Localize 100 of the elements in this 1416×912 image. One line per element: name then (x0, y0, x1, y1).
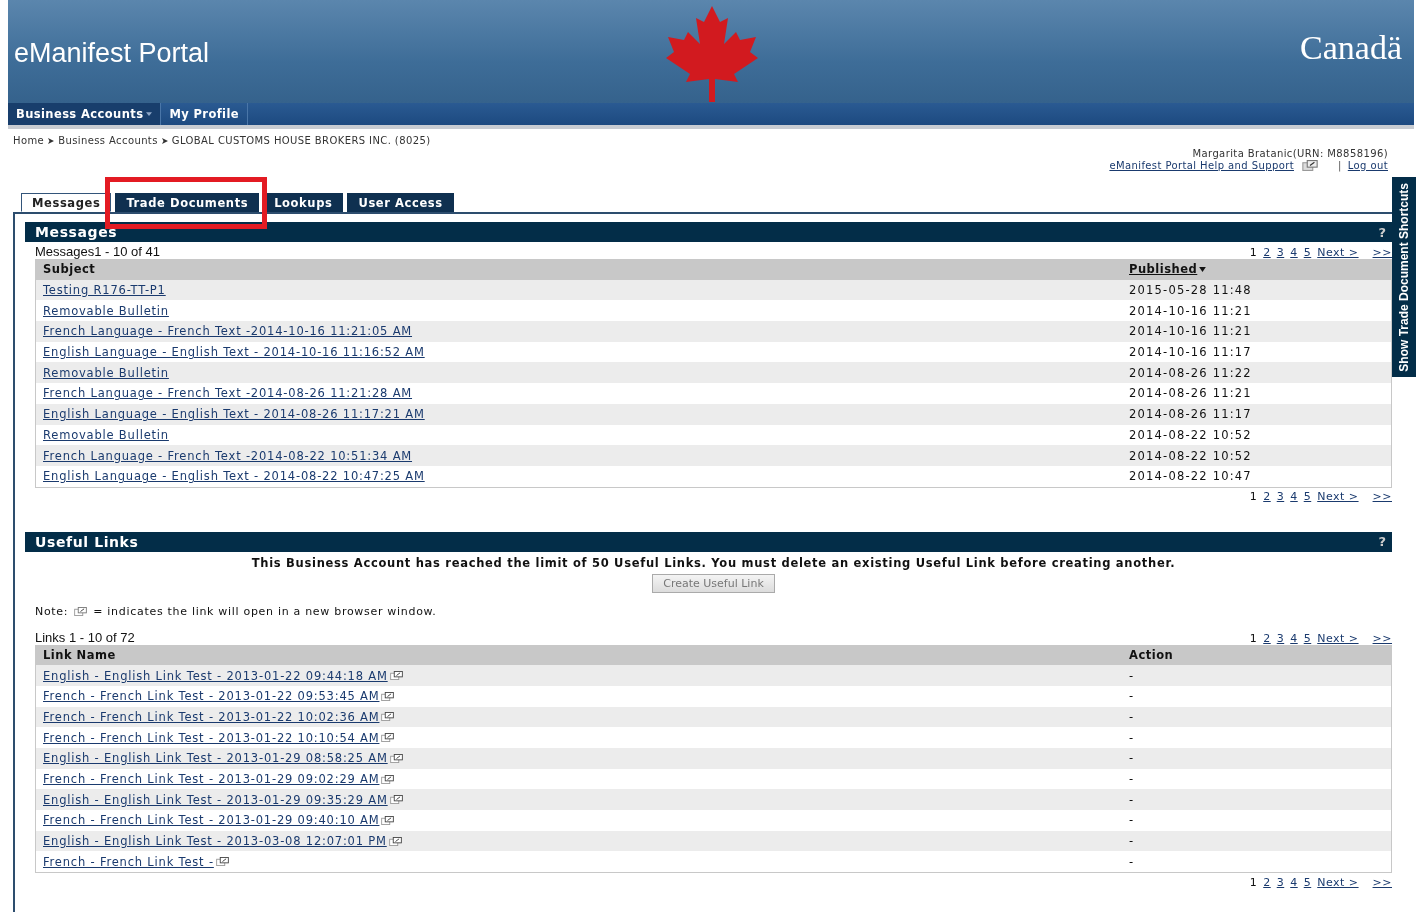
canada-wordmark: Canadä (1300, 28, 1402, 67)
chevron-icon (48, 137, 55, 144)
table-cell: 2014-08-26 11:17 (1129, 407, 1252, 422)
last-page-link[interactable]: >> (1372, 631, 1392, 645)
table-link[interactable]: French - French Link Test - 2013-01-22 10:10:54 AM (43, 730, 380, 745)
table-link[interactable]: French - French Link Test - 2013-01-29 09:40:10 AM (43, 813, 380, 828)
section-title: Messages (35, 224, 118, 240)
table-link[interactable]: English Language - English Text - 2014-08-22 10:47:25 AM (43, 469, 425, 484)
table-link[interactable]: English Language - English Text - 2014-08-26 11:17:21 AM (43, 407, 425, 422)
next-link[interactable]: Next > (1317, 631, 1359, 645)
new-window-icon (389, 795, 403, 805)
page-link[interactable]: 5 (1303, 631, 1312, 645)
table-cell: - (1129, 854, 1135, 869)
table-cell: 2014-08-22 10:52 (1129, 448, 1252, 463)
nav-item[interactable]: My Profile (161, 103, 248, 125)
note-text: = indicates the link will open in a new browser window. (93, 604, 437, 618)
new-window-icon (389, 753, 403, 763)
portal-title: eManifest Portal (14, 38, 210, 69)
logout-link[interactable]: Log out (1347, 160, 1388, 171)
table-cell: - (1129, 834, 1135, 849)
table-link[interactable]: Removable Bulletin (43, 303, 169, 318)
page-link[interactable]: 4 (1290, 246, 1298, 259)
page-link[interactable]: 1 (1249, 490, 1258, 504)
column-header: Link Name (43, 647, 116, 662)
table-cell: - (1129, 709, 1135, 724)
page-link[interactable]: 4 (1290, 490, 1298, 504)
page-link[interactable]: 2 (1263, 875, 1271, 889)
limit-notice: This Business Account has reached the limit of 50 Useful Links. You must delete an existing Useful Link before creating another. (250, 555, 1177, 570)
tab[interactable]: User Access (347, 193, 454, 212)
next-link[interactable]: Next > (1317, 246, 1359, 259)
table-cell: 2014-08-26 11:22 (1129, 365, 1252, 380)
table-link[interactable]: French - French Link Test - 2013-01-29 09:02:29 AM (43, 772, 380, 787)
table-cell: - (1129, 689, 1135, 704)
nav-item[interactable]: Business Accounts (8, 103, 162, 125)
page-link[interactable]: 5 (1303, 490, 1312, 504)
tab[interactable]: Trade Documents (115, 193, 260, 212)
column-header: Subject (43, 262, 96, 277)
new-window-icon (389, 671, 403, 681)
table-link[interactable]: Testing R176-TT-P1 (43, 283, 166, 298)
chevron-icon (161, 137, 168, 144)
table-link[interactable]: French Language - French Text -2014-10-16 11:21:05 AM (43, 324, 413, 339)
column-header[interactable]: Published (1129, 262, 1198, 277)
page-link[interactable]: 5 (1303, 875, 1312, 889)
table-link[interactable]: French Language - French Text -2014-08-26 11:21:28 AM (43, 386, 413, 401)
table-cell: 2014-10-16 11:21 (1129, 303, 1252, 318)
table-cell: - (1129, 772, 1135, 787)
page-link[interactable]: 3 (1276, 246, 1285, 259)
next-link[interactable]: Next > (1317, 490, 1359, 504)
table-link[interactable]: Removable Bulletin (43, 427, 169, 442)
page-link[interactable]: 4 (1290, 631, 1298, 645)
table-link[interactable]: English Language - English Text - 2014-10-16 11:16:52 AM (43, 345, 425, 360)
user-name: Margarita Bratanic(URN: M8858196) (1192, 148, 1388, 159)
new-window-icon (215, 857, 229, 867)
breadcrumb-link[interactable]: Home (13, 135, 45, 146)
table-link[interactable]: French - French Link Test - 2013-01-22 10:02:36 AM (43, 709, 380, 724)
page-link[interactable]: 3 (1276, 631, 1285, 645)
table-cell: 2014-08-22 10:47 (1129, 469, 1252, 484)
shortcuts-tab[interactable]: Show Trade Document Shortcuts (1392, 177, 1416, 377)
new-window-icon (381, 774, 395, 784)
table-cell: 2014-10-16 11:17 (1129, 345, 1252, 360)
table-link[interactable]: French Language - French Text -2014-08-22 10:51:34 AM (43, 448, 413, 463)
page-link[interactable]: 3 (1276, 490, 1285, 504)
new-window-icon (388, 836, 402, 846)
help-icon[interactable]: ? (1378, 224, 1386, 240)
page-link[interactable]: 5 (1303, 246, 1312, 259)
page-link[interactable]: 4 (1290, 875, 1298, 889)
last-page-link[interactable]: >> (1372, 246, 1392, 259)
next-link[interactable]: Next > (1317, 875, 1359, 889)
table-link[interactable]: French - French Link Test - 2013-01-22 09:53:45 AM (43, 689, 380, 704)
table-link[interactable]: English - English Link Test - 2013-01-29 09:35:29 AM (43, 792, 388, 807)
record-count: Messages1 - 10 of 41 (35, 244, 161, 259)
table-link[interactable]: French - French Link Test - (43, 854, 214, 869)
table-link[interactable]: English - English Link Test - 2013-01-29 08:58:25 AM (43, 751, 388, 766)
page-link[interactable]: 2 (1263, 246, 1271, 259)
table-cell: 2014-10-16 11:21 (1129, 324, 1252, 339)
table-cell: 2015-05-28 11:48 (1129, 283, 1252, 298)
table-cell: - (1129, 730, 1135, 745)
page-link[interactable]: 2 (1263, 490, 1271, 504)
page-link[interactable]: 2 (1263, 631, 1271, 645)
table-cell: - (1129, 813, 1135, 828)
page-link[interactable]: 1 (1249, 875, 1258, 889)
table-link[interactable]: Removable Bulletin (43, 365, 169, 380)
new-window-icon (381, 733, 395, 743)
page-link[interactable]: 3 (1276, 875, 1285, 889)
breadcrumb-link[interactable]: Business Accounts (58, 135, 158, 146)
new-window-icon (381, 815, 395, 825)
page-link[interactable]: 1 (1249, 246, 1258, 259)
table-link[interactable]: English - English Link Test - 2013-03-08 12:07:01 PM (43, 834, 387, 849)
last-page-link[interactable]: >> (1372, 490, 1392, 504)
help-link[interactable]: eManifest Portal Help and Support (1109, 160, 1294, 171)
table-link[interactable]: English - English Link Test - 2013-01-22 09:44:18 AM (43, 668, 388, 683)
tab[interactable]: Messages (21, 193, 112, 212)
last-page-link[interactable]: >> (1372, 875, 1392, 889)
table-cell: 2014-08-22 10:52 (1129, 427, 1252, 442)
page-link[interactable]: 1 (1249, 631, 1258, 645)
note-label: Note: (35, 604, 69, 618)
help-icon[interactable]: ? (1378, 534, 1386, 550)
column-header: Action (1129, 647, 1174, 662)
record-count: Links 1 - 10 of 72 (35, 629, 135, 645)
new-window-icon (74, 606, 88, 616)
